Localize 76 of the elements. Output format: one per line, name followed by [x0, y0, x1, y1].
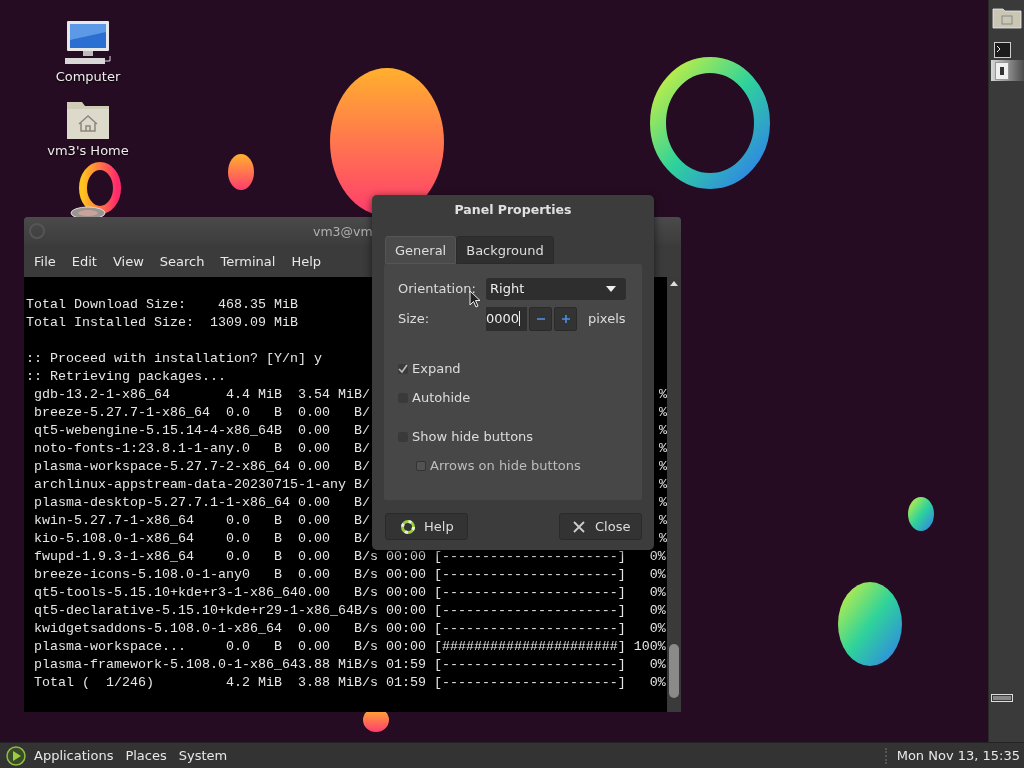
terminal-icon[interactable] — [994, 42, 1011, 58]
orientation-dropdown[interactable]: Right — [486, 277, 626, 300]
scroll-thumb[interactable] — [669, 644, 679, 698]
terminal-text: % — [659, 422, 667, 440]
dialog-title: Panel Properties — [453, 201, 573, 219]
terminal-line: kwidgetsaddons-5.108.0-1-x86_64 0.00 B/s 00:00 [----------------------] 0% — [33, 620, 666, 638]
scrollbar[interactable] — [667, 277, 681, 712]
terminal-line: breeze-icons-5.108.0-1-any0 B 0.00 B/s 00:00 [----------------------] 0% — [33, 566, 666, 584]
menu-item[interactable]: File — [26, 253, 64, 269]
checkbox-label: Show hide buttons — [412, 429, 534, 444]
terminal-line: kio-5.108.0-1-x86_64 0.0 B 0.00 B/ — [33, 530, 370, 548]
terminal-line: qt5-webengine-5.15.14-4-x86_64B 0.00 B/ — [33, 422, 370, 440]
unit-label: pixels — [588, 311, 626, 326]
window-title: vm3@vm — [313, 224, 373, 239]
terminal-text: % — [659, 494, 667, 512]
menu-item[interactable]: Terminal — [212, 253, 284, 269]
terminal-line: Total ( 1/246) 4.2 MiB 3.88 MiB/s 01:59 [----------------------] 0% — [33, 674, 666, 692]
terminal-text: % — [659, 458, 667, 476]
terminal-line: plasma-workspace... 0.0 B 0.00 B/s 00:00 [######################] 100% — [33, 638, 666, 656]
size-field[interactable]: 0000 — [486, 306, 527, 331]
increment-button[interactable] — [554, 306, 577, 331]
terminal-line: Total Download Size: 468.35 MiB — [26, 296, 298, 314]
icon-label[interactable]: Computer — [55, 69, 121, 84]
menu-item[interactable]: Search — [151, 253, 213, 269]
lifebuoy-icon — [401, 519, 415, 534]
terminal-line: kwin-5.27.7-1-x86_64 0.0 B 0.00 B/ — [33, 512, 370, 530]
terminal-line: archlinux-appstream-data-20230715-1-any B/ — [33, 476, 370, 494]
checkbox[interactable] — [398, 363, 408, 374]
terminal-line: plasma-framework-5.108.0-1-x86_643.88 MiB/s 01:59 [----------------------] 0% — [33, 656, 666, 674]
terminal-line: qt5-declarative-5.15.10+kde+r29-1-x86_64B/s 00:00 [----------------------] 0% — [33, 602, 666, 620]
caret-icon — [606, 285, 616, 292]
panel-menu[interactable]: System — [172, 748, 234, 763]
clock[interactable]: Mon Nov 13, 15:35 — [896, 748, 1020, 763]
terminal-line: :: Proceed with installation? [Y/n] y — [26, 350, 322, 368]
terminal-line: gdb-13.2-1-x86_64 4.4 MiB 3.54 MiB/ — [33, 386, 370, 404]
close-icon — [572, 519, 586, 534]
show-desktop-icon[interactable] — [991, 694, 1013, 702]
folder-icon[interactable] — [992, 5, 1022, 29]
scroll-up-icon[interactable] — [670, 281, 678, 286]
task-button[interactable] — [991, 60, 1024, 81]
home-folder-icon — [66, 99, 110, 140]
tab[interactable]: Background — [456, 236, 554, 264]
terminal-text: % — [659, 512, 667, 530]
checkbox-label: Arrows on hide buttons — [430, 458, 581, 473]
terminal-line: qt5-tools-5.15.10+kde+r3-1-x86_640.00 B/s 00:00 [----------------------] 0% — [33, 584, 666, 602]
menu-item[interactable]: Edit — [63, 253, 105, 269]
computer-icon — [63, 20, 113, 66]
size-label: Size: — [398, 311, 431, 326]
terminal-line: plasma-workspace-5.27.7-2-x86_64 0.00 B/ — [33, 458, 370, 476]
menu-item[interactable]: Help — [283, 253, 330, 269]
plus-icon — [560, 313, 571, 324]
terminal-text: % — [659, 476, 667, 494]
terminal-line: Total Installed Size: 1309.09 MiB — [26, 314, 298, 332]
close-button[interactable]: Close — [559, 513, 642, 540]
terminal-text: % — [659, 404, 667, 422]
decrement-button[interactable] — [529, 306, 552, 331]
start-icon[interactable] — [6, 745, 26, 766]
panel-menu[interactable]: Places — [119, 748, 173, 763]
terminal-line: :: Retrieving packages... — [26, 368, 226, 386]
help-button[interactable]: Help — [385, 513, 468, 540]
terminal-text: % — [659, 386, 667, 404]
tab[interactable]: General — [385, 236, 457, 264]
terminal-text: % — [659, 440, 667, 458]
checkbox-label: Autohide — [412, 390, 471, 405]
terminal-line: noto-fonts-1:23.8.1-1-any.0 B 0.00 B/ — [33, 440, 370, 458]
menu-item[interactable]: View — [104, 253, 152, 269]
checkbox-label: Expand — [412, 361, 461, 376]
window-icon — [995, 61, 1009, 80]
terminal-text: % — [659, 530, 667, 548]
terminal-line: plasma-desktop-5.27.7.1-1-x86_64 0.00 B/ — [33, 494, 370, 512]
terminal-line: fwupd-1.9.3-1-x86_64 0.0 B 0.00 B/s 00:00 [----------------------] 0% — [33, 548, 666, 566]
terminal-line: breeze-5.27.7-1-x86_64 0.0 B 0.00 B/ — [33, 404, 370, 422]
orientation-label: Orientation: — [398, 281, 477, 296]
icon-label[interactable]: vm3's Home — [47, 143, 129, 158]
panel-handle — [884, 747, 889, 764]
panel-menu[interactable]: Applications — [28, 748, 120, 763]
